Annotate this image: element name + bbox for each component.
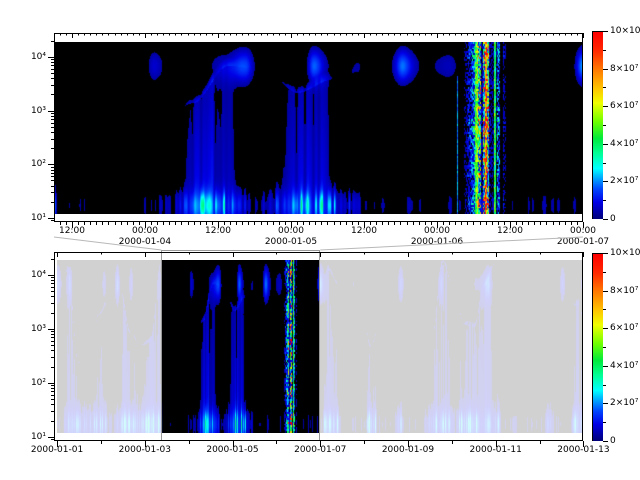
spectrogram-figure: 12:0000:002000-01-0412:0000:002000-01-05… <box>0 0 640 480</box>
zoom-connector-lines <box>0 0 640 480</box>
